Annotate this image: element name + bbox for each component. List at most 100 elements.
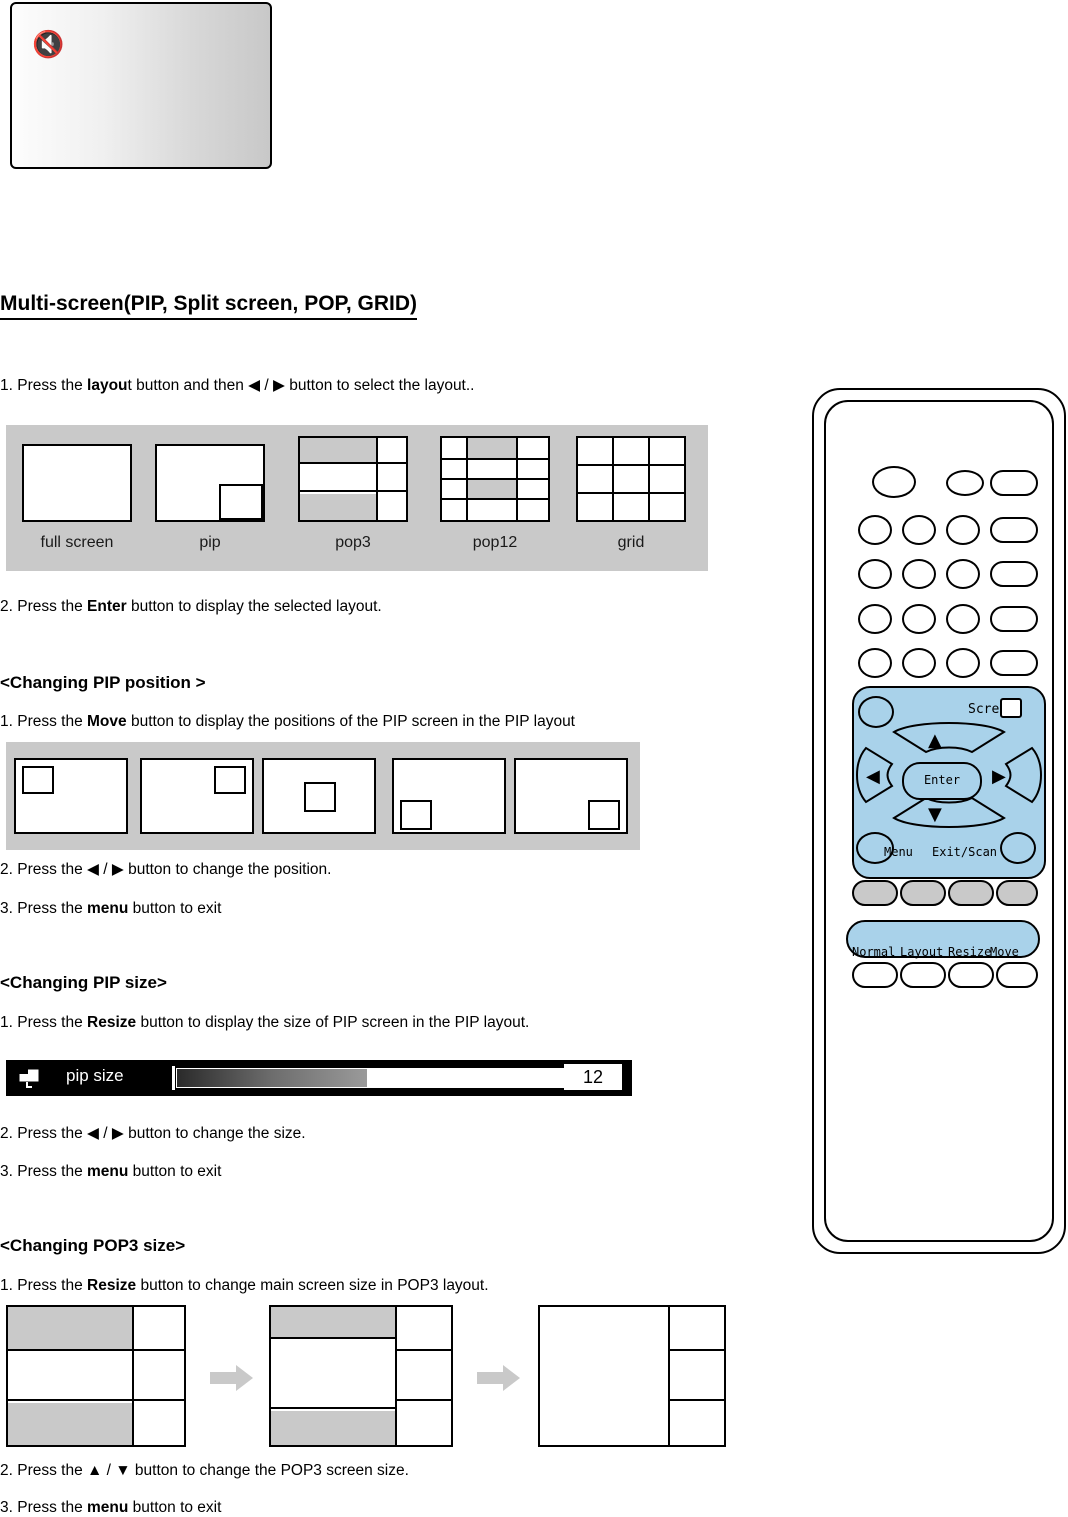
remote-key-14[interactable]: [902, 648, 936, 678]
pip-position-thumb-3: [262, 758, 376, 834]
remote-key-6[interactable]: [902, 559, 936, 589]
remote-exit-scan-button[interactable]: [1000, 832, 1036, 864]
pop3-stage-3-main: [540, 1307, 668, 1445]
pop3-sequence-arrow-2: [477, 1364, 521, 1392]
remote-bottom-button-3[interactable]: [948, 962, 994, 988]
grid-h1: [578, 464, 684, 466]
pop3-size-step-1: 1. Press the Resize button to change mai…: [0, 1276, 489, 1295]
remote-fn-button-1[interactable]: [852, 880, 898, 906]
step-1-post: t button and then ◀ / ▶ button to select…: [127, 377, 475, 394]
remote-key-9[interactable]: [858, 604, 892, 634]
step-1-pre: 1. Press the: [0, 377, 88, 394]
remote-key-4[interactable]: [990, 517, 1038, 543]
remote-key-15[interactable]: [946, 648, 980, 678]
pop3-size-step-3-pre: 3. Press the: [0, 1499, 88, 1516]
layout-thumb-pip: [155, 444, 265, 522]
remote-label-normal: Normal: [852, 945, 896, 959]
remote-menu-label: Menu: [884, 845, 913, 859]
remote-key-8[interactable]: [990, 561, 1038, 587]
page-title: Multi-screen(PIP, Split screen, POP, GRI…: [0, 292, 418, 320]
pip-size-label: pip size: [66, 1066, 124, 1085]
remote-label-resize: Resize: [948, 945, 992, 959]
pip-position-step-1-pre: 1. Press the: [0, 713, 88, 730]
pip-size-step-3-post: button to exit: [128, 1163, 222, 1180]
step-2-enter: 2. Press the Enter button to display the…: [0, 597, 382, 616]
remote-key-12[interactable]: [990, 606, 1038, 632]
remote-fn-button-2[interactable]: [900, 880, 946, 906]
section-heading-pip-size: <Changing PIP size>: [0, 973, 167, 992]
remote-key-7[interactable]: [946, 559, 980, 589]
pip-position-inset-5: [588, 800, 620, 830]
pop3-cell-1: [300, 438, 376, 464]
remote-label-layout: Layout: [900, 945, 944, 959]
pip-size-step-3-pre: 3. Press the: [0, 1163, 88, 1180]
pip-position-step-3-post: button to exit: [128, 900, 222, 917]
remote-top-button-2[interactable]: [946, 470, 984, 496]
pip-size-icon: [18, 1068, 44, 1088]
layout-thumb-pop3: [298, 436, 408, 522]
pip-position-inset-1: [22, 766, 54, 794]
remote-top-button-3[interactable]: [990, 470, 1038, 496]
remote-key-11[interactable]: [946, 604, 980, 634]
remote-fn-button-4[interactable]: [996, 880, 1038, 906]
manual-page: 🔇 Multi-screen(PIP, Split screen, POP, G…: [0, 0, 1068, 1517]
remote-bottom-button-4[interactable]: [996, 962, 1038, 988]
mute-screen-box: 🔇: [10, 2, 272, 169]
grid-v1: [612, 438, 614, 520]
remote-key-13[interactable]: [858, 648, 892, 678]
pop3-stage-1-side-1: [134, 1307, 184, 1351]
pop3-stage-2: [269, 1305, 453, 1447]
pip-position-step-1: 1. Press the Move button to display the …: [0, 712, 575, 731]
pip-position-thumb-2: [140, 758, 254, 834]
pop12-h3: [442, 498, 548, 500]
pip-position-step-2-text: 2. Press the ◀ / ▶ button to change the …: [0, 861, 332, 878]
pop3-stage-3-side-1: [670, 1307, 724, 1351]
pip-position-step-1-post: button to display the positions of the P…: [126, 713, 575, 730]
remote-key-1[interactable]: [858, 515, 892, 545]
pop3-stage-1-bot: [8, 1403, 132, 1445]
pop3-cell-2: [300, 466, 376, 492]
pip-size-osd: pip size 12: [6, 1060, 632, 1096]
remote-power-button[interactable]: [872, 466, 916, 498]
pop3-stage-2-side-2: [397, 1353, 451, 1401]
remote-key-3[interactable]: [946, 515, 980, 545]
remote-screen-icon[interactable]: [1000, 698, 1022, 718]
pop3-stage-2-bot: [271, 1411, 395, 1445]
pip-size-step-1-pre: 1. Press the: [0, 1014, 88, 1031]
remote-bottom-button-2[interactable]: [900, 962, 946, 988]
step-1-bold: layou: [87, 377, 128, 394]
step-2-post: button to display the selected layout.: [126, 598, 382, 615]
pop3-side-2: [378, 466, 406, 492]
layout-caption-pop12: pop12: [472, 534, 518, 551]
step-2-bold: Enter: [87, 598, 127, 615]
pop3-stage-1: [6, 1305, 186, 1447]
pop12-shade-2: [468, 480, 516, 498]
remote-enter-button[interactable]: Enter: [902, 762, 982, 800]
pip-size-step-1: 1. Press the Resize button to display th…: [0, 1013, 529, 1032]
pop3-stage-1-mid: [8, 1353, 132, 1401]
pip-position-step-2: 2. Press the ◀ / ▶ button to change the …: [0, 860, 331, 879]
remote-key-16[interactable]: [990, 650, 1038, 676]
layout-thumb-grid: [576, 436, 686, 522]
remote-key-2[interactable]: [902, 515, 936, 545]
remote-key-5[interactable]: [858, 559, 892, 589]
pop3-stage-1-top: [8, 1307, 132, 1351]
pop3-size-step-1-post: button to change main screen size in POP…: [136, 1277, 489, 1294]
pip-position-step-3-pre: 3. Press the: [0, 900, 88, 917]
pop3-stage-2-top: [271, 1307, 395, 1339]
remote-bottom-button-1[interactable]: [852, 962, 898, 988]
pip-position-thumb-1: [14, 758, 128, 834]
layout-caption-pop3: pop3: [335, 534, 371, 551]
remote-label-move: Move: [990, 945, 1019, 959]
layout-thumb-pop12: [440, 436, 550, 522]
pip-size-slider[interactable]: [176, 1068, 566, 1088]
remote-key-10[interactable]: [902, 604, 936, 634]
section-heading-pip-position: <Changing PIP position >: [0, 673, 206, 692]
pip-position-inset-2: [214, 766, 246, 794]
pop3-sequence-arrow-1: [210, 1364, 254, 1392]
section-heading-pop3-size: <Changing POP3 size>: [0, 1236, 186, 1255]
pip-position-step-3: 3. Press the menu button to exit: [0, 899, 221, 918]
pop3-stage-3-side-2: [670, 1353, 724, 1401]
grid-h2: [578, 492, 684, 494]
remote-fn-button-3[interactable]: [948, 880, 994, 906]
